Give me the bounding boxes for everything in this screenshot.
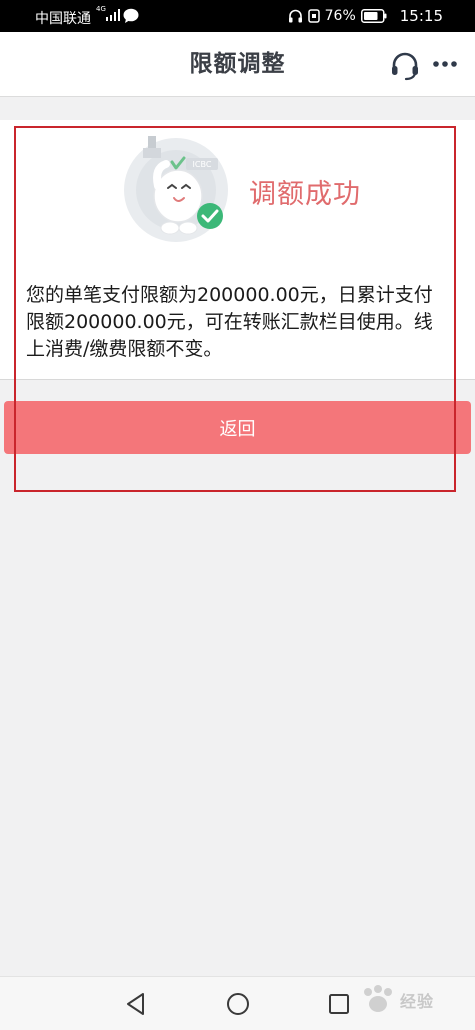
result-description: 您的单笔支付限额为200000.00元，日累计支付限额200000.00元，可在…	[26, 284, 433, 360]
system-nav-bar	[0, 976, 475, 1030]
status-right: 76% 15:15	[288, 0, 443, 32]
carrier-name: 中国联通	[35, 11, 91, 27]
alarm-status-icon	[307, 9, 320, 23]
recents-square-icon[interactable]	[326, 991, 352, 1017]
headset-icon[interactable]	[390, 51, 420, 81]
status-bar: 中国联通 4G 76% 15:15	[0, 0, 475, 32]
result-card: ICBC 调额成功 您的单笔支付限额为200000.00元，日累计支付限额200…	[0, 120, 475, 380]
message-icon	[123, 8, 139, 23]
battery-icon	[360, 9, 387, 23]
clock: 15:15	[399, 7, 443, 25]
back-triangle-icon[interactable]	[123, 991, 149, 1017]
signal-icon	[106, 9, 120, 21]
mascot-badge-text: ICBC	[193, 160, 212, 169]
mascot-illustration-icon: ICBC	[124, 136, 228, 242]
home-circle-icon[interactable]	[225, 991, 251, 1017]
headphone-status-icon	[288, 9, 302, 22]
battery-percent: 76%	[324, 8, 356, 24]
more-dots-icon[interactable]	[432, 51, 458, 77]
back-button[interactable]: 返回	[4, 401, 471, 454]
result-title: 调额成功	[249, 179, 361, 210]
network-type: 4G	[96, 5, 106, 13]
header: 限额调整	[0, 32, 475, 97]
